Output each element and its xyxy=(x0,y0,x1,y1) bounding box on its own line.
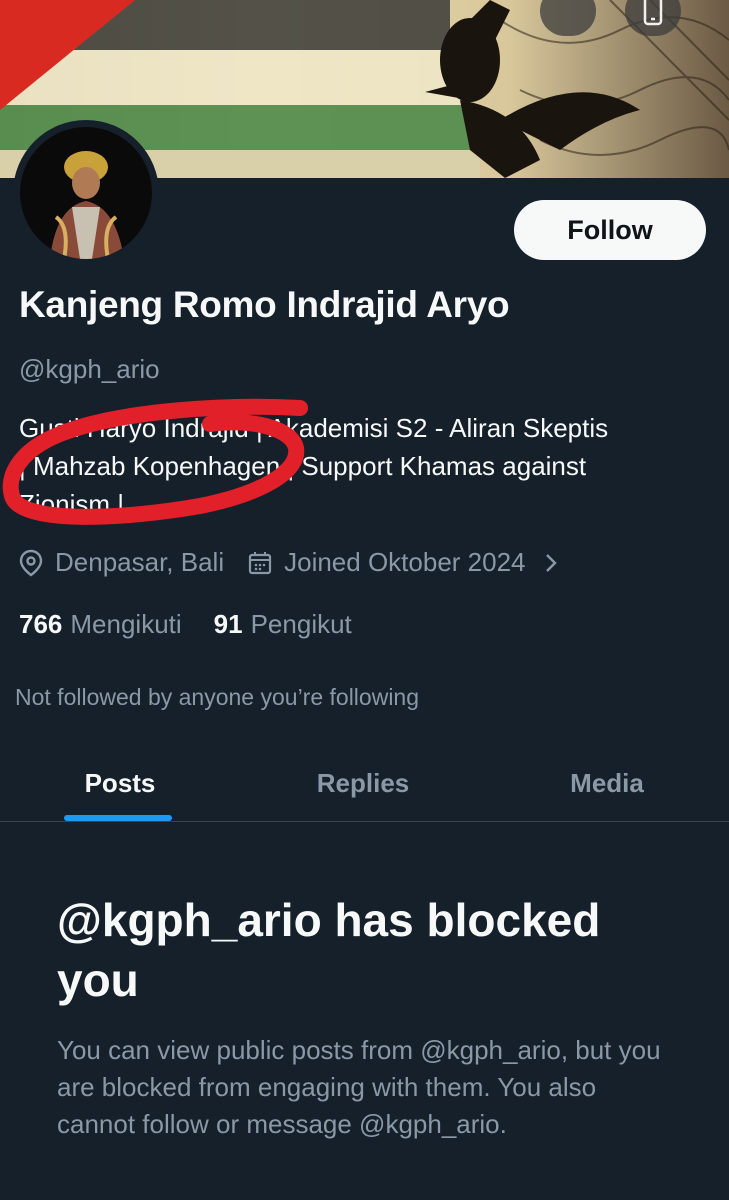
bio-line: | Mahzab Kopenhagen | Support Khamas aga… xyxy=(19,451,587,481)
following-label: Mengikuti xyxy=(70,609,182,639)
bio-line: Gusti Haryo Indrajid | Akademisi S2 - Al… xyxy=(19,413,609,443)
profile-location: Denpasar, Bali xyxy=(55,547,225,577)
blocked-message: You can view public posts from @kgph_ari… xyxy=(57,1035,661,1139)
profile-stats: 766 Mengikuti 91 Pengikut xyxy=(19,609,352,640)
followers-link[interactable]: 91 Pengikut xyxy=(214,609,352,640)
profile-handle: @kgph_ario xyxy=(19,354,160,384)
calendar-icon xyxy=(248,551,272,575)
map-pin-icon xyxy=(19,549,43,577)
tab-label: Replies xyxy=(316,767,410,798)
profile-bio: Gusti Haryo Indrajid | Akademisi S2 - Al… xyxy=(19,409,709,523)
profile-name: Kanjeng Romo Indrajid Aryo xyxy=(19,284,510,325)
followers-label: Pengikut xyxy=(250,609,352,639)
bio-line: Zionism | xyxy=(19,489,124,519)
phone-icon xyxy=(642,0,664,26)
chevron-right-icon[interactable] xyxy=(544,552,558,574)
profile-tabs: Posts Replies Media xyxy=(0,745,729,822)
profile-meta: Denpasar, Bali Joined Oktober 2024 xyxy=(19,547,570,578)
tab-label: Posts xyxy=(84,767,156,798)
tab-media[interactable]: Media xyxy=(527,745,687,821)
tab-label: Media xyxy=(570,767,644,798)
avatar[interactable] xyxy=(13,120,159,266)
profile-joined: Joined Oktober 2024 xyxy=(284,547,526,577)
active-tab-indicator xyxy=(64,815,172,821)
mutual-followers-note: Not followed by anyone you’re following xyxy=(15,684,420,710)
following-link[interactable]: 766 Mengikuti xyxy=(19,609,182,640)
followers-count: 91 xyxy=(213,609,243,639)
follow-button[interactable]: Follow xyxy=(514,200,706,260)
following-count: 766 xyxy=(19,609,63,639)
tab-posts[interactable]: Posts xyxy=(40,745,200,821)
tab-replies[interactable]: Replies xyxy=(283,745,443,821)
blocked-title: @kgph_ario has blocked you xyxy=(57,894,601,1006)
avatar-image xyxy=(20,127,152,259)
